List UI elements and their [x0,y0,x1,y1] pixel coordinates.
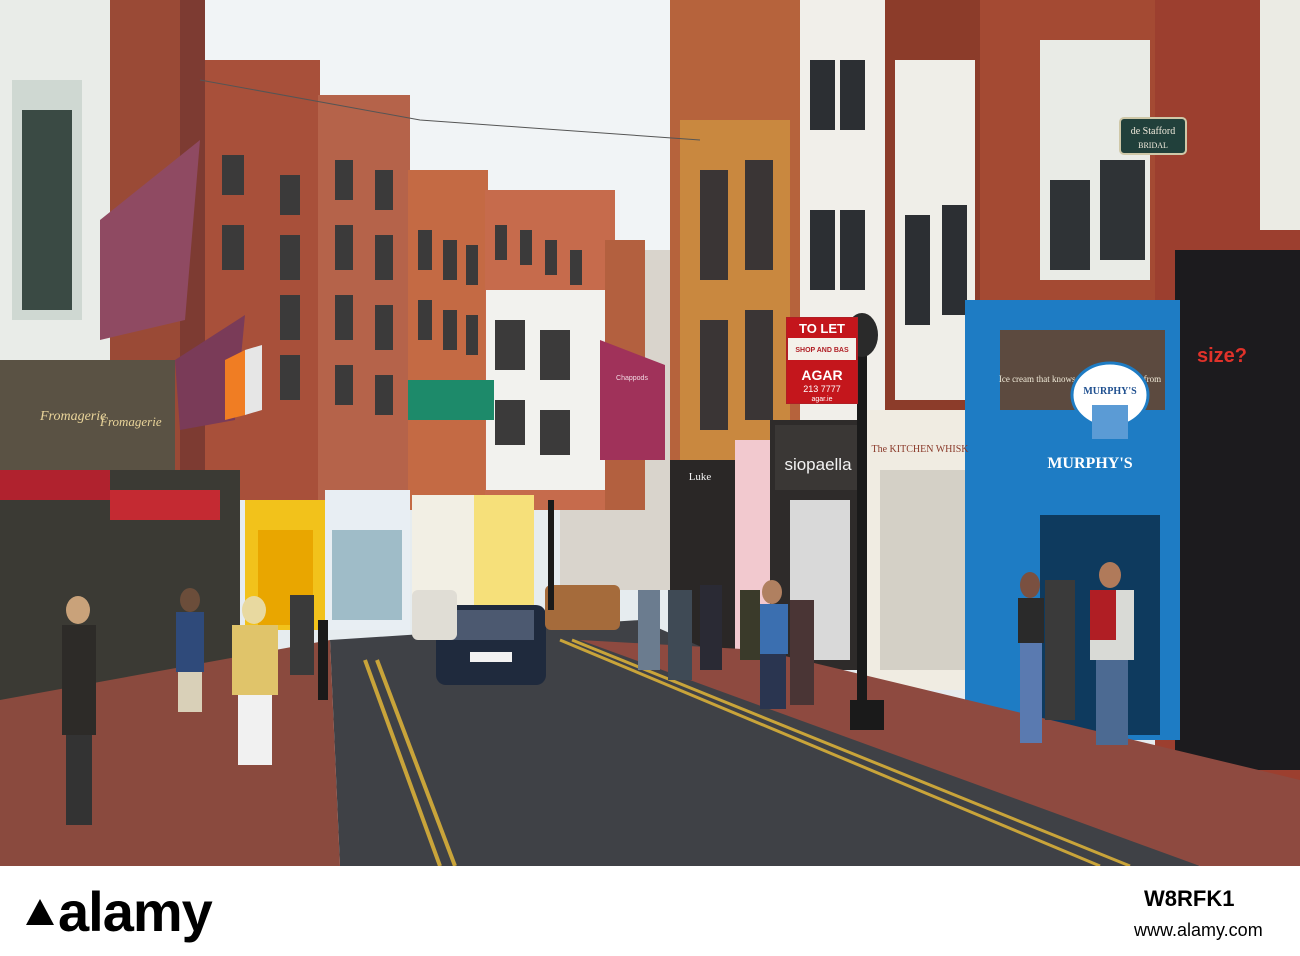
to-let-sign: TO LET SHOP AND BAS AGAR 213 7777 agar.i… [786,317,858,404]
de-stafford-sign: de Stafford BRIDAL [1119,117,1187,155]
irish-flag [225,350,245,420]
brick-building-2 [318,95,410,505]
murphys-sign: MURPHY'S [1047,455,1132,472]
fromagerie-sign-2: Fromagerie [99,414,162,429]
watermark-url: www.alamy.com [1134,920,1263,940]
luke-sign: Luke [689,471,712,483]
kitchen-whisk-sign: The KITCHEN WHISK [871,444,969,455]
center-banner-text: Chappods [616,375,648,382]
agar-web-text: agar.ie [811,396,832,403]
size-sign: size? [1197,345,1247,367]
image-id: W8RFK1 [1144,886,1235,911]
fromagerie-sign-1: Fromagerie [39,409,106,424]
street-photo: TO LET SHOP AND BAS AGAR 213 7777 agar.i… [0,0,1300,866]
alamy-triangle-icon [26,899,54,925]
svg-text:BRIDAL: BRIDAL [1138,141,1168,150]
red-car [545,585,620,630]
agar-text: AGAR [801,367,842,383]
agar-phone-text: 213 7777 [803,384,841,394]
green-shopfront [408,380,494,420]
alamy-logo: alamy [22,884,213,940]
bollard [318,620,328,700]
white-car [412,590,457,640]
french-flag [245,345,262,415]
shop-and-base-text: SHOP AND BAS [795,347,849,354]
watermark-banner: alamy W8RFK1 www.alamy.com [0,866,1300,956]
to-let-text: TO LET [799,321,845,336]
siopaella-sign: siopaella [784,455,852,474]
svg-text:MURPHY'S: MURPHY'S [1083,386,1137,397]
svg-text:de Stafford: de Stafford [1131,126,1176,137]
brick-building-1 [205,60,320,500]
street-lamp-left [548,500,554,610]
